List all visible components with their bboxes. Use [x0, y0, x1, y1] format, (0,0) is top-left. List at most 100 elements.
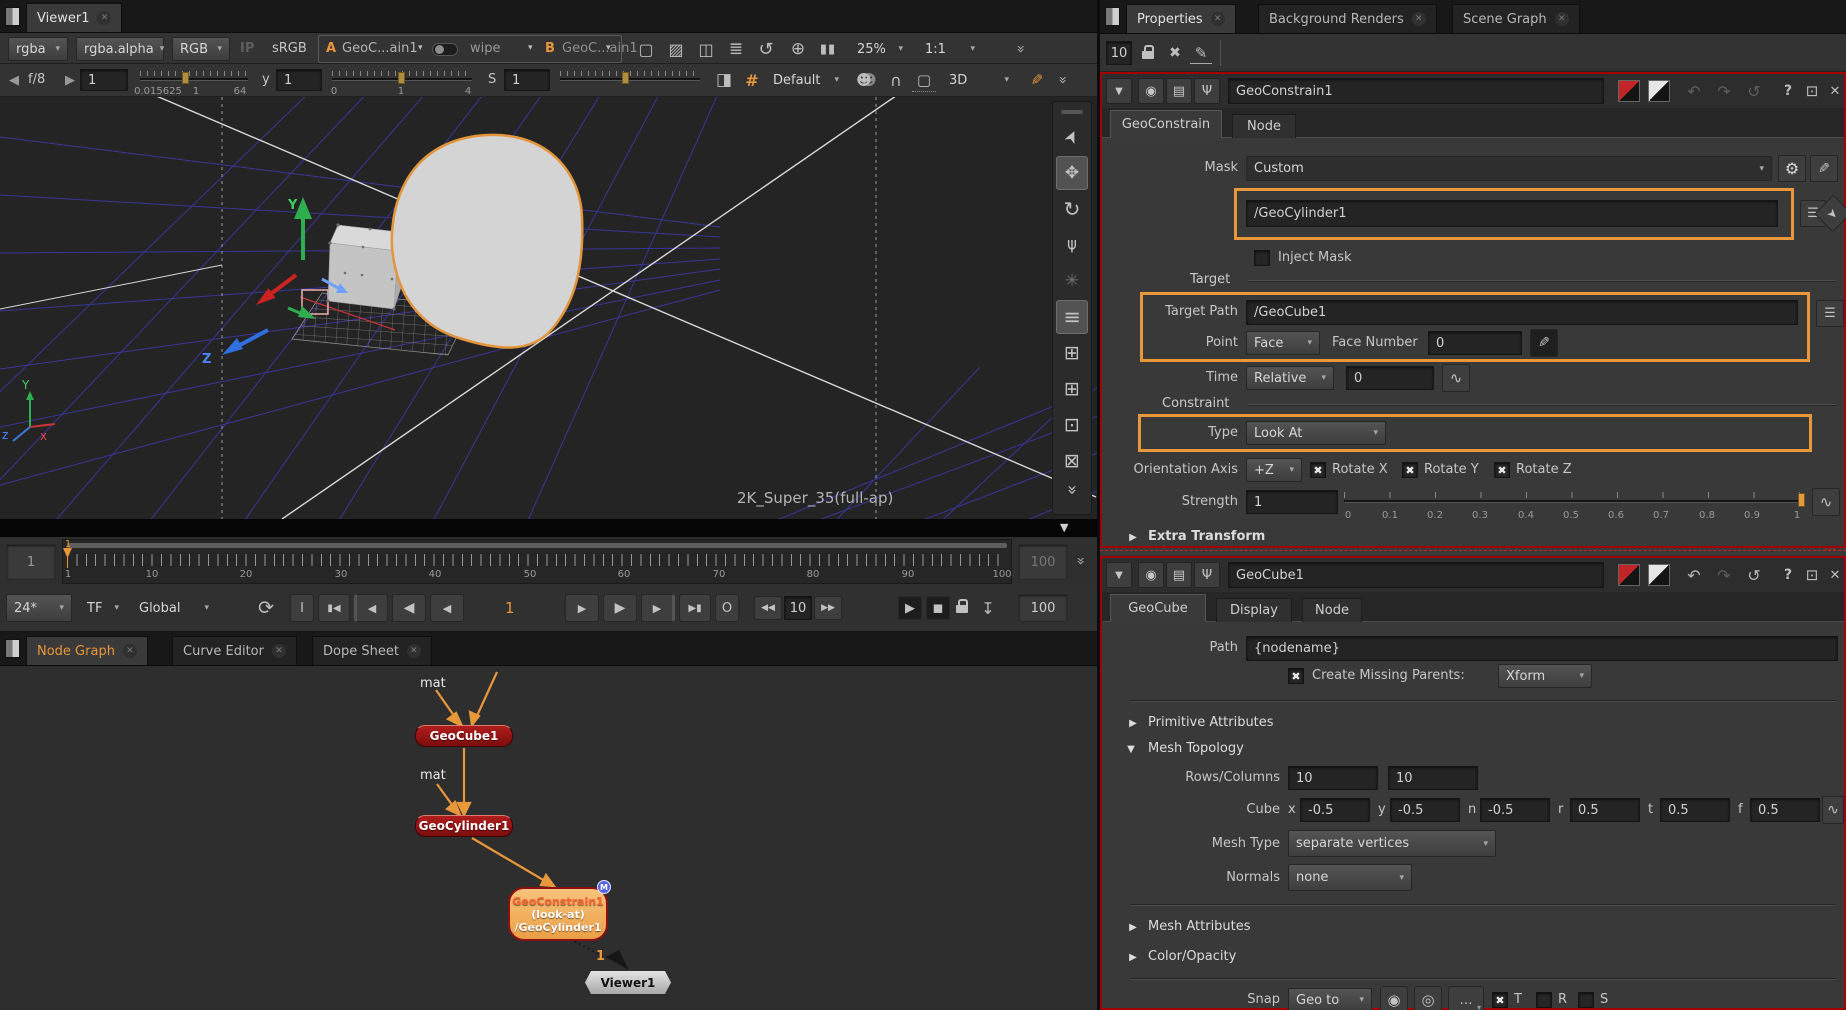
loop-mode-icon[interactable]: ⟳ — [252, 594, 280, 622]
undo-icon[interactable]: ↶ — [1682, 564, 1706, 586]
gl-color-swatch[interactable] — [1648, 80, 1670, 102]
snap-t-checkbox[interactable]: ✖ — [1492, 992, 1508, 1008]
gain-slider[interactable] — [140, 78, 248, 81]
center-node-button[interactable]: ◉ — [1138, 78, 1164, 104]
tab-curve-editor[interactable]: Curve Editor ✕ — [172, 636, 297, 665]
tab-node-p1[interactable]: Node — [1232, 114, 1296, 138]
translate-tool-icon[interactable]: ✥ — [1056, 156, 1088, 190]
close-icon[interactable]: ✕ — [1211, 12, 1225, 26]
sat-field[interactable]: 1 — [504, 69, 550, 91]
mesh-attributes-arrow-icon[interactable]: ▶ — [1126, 918, 1140, 936]
range-start-box[interactable]: 1 — [6, 544, 56, 580]
strength-field[interactable]: 1 — [1246, 490, 1338, 514]
hierarchy-tool-icon[interactable]: ⋔ — [1056, 228, 1088, 262]
parent-type-dropdown[interactable]: Xform ▾ — [1498, 664, 1592, 688]
cube-curve-button[interactable]: ∿ — [1822, 796, 1844, 824]
toolbar-handle[interactable] — [1061, 110, 1083, 114]
goto-end-button[interactable]: ▶▮ — [679, 594, 711, 622]
close-icon[interactable]: ✕ — [123, 644, 137, 658]
tab-viewer1[interactable]: Viewer1 ✕ — [26, 3, 122, 32]
panel-menu-button[interactable]: ▼ — [1106, 562, 1132, 588]
gamma-slider-handle[interactable] — [398, 72, 405, 84]
skip-forward-button[interactable]: ▶▶ — [814, 596, 842, 620]
goto-start-button[interactable]: ▮◀ — [318, 594, 350, 622]
undo-icon[interactable]: ↶ — [1682, 80, 1706, 102]
step-back-button[interactable]: ◀ — [430, 594, 464, 622]
target-scene-browser-button[interactable]: ☰ — [1816, 300, 1844, 327]
node-name-field[interactable]: GeoConstrain1 — [1228, 78, 1604, 104]
viewport[interactable]: Y Z Y x z 2K_Super_35(full-ap) ➤ ✥ ↻ — [0, 97, 1097, 519]
wipe-stack-icon[interactable]: ≣ — [724, 37, 748, 61]
clear-panels-icon[interactable]: ✖ — [1164, 42, 1186, 64]
cube-n-field[interactable]: -0.5 — [1480, 798, 1550, 822]
cube-f-field[interactable]: 0.5 — [1750, 798, 1820, 822]
chevron-down-icon[interactable]: ▾ — [606, 43, 611, 53]
sample-eyedropper-icon[interactable]: ✎ — [1026, 68, 1048, 92]
refresh-icon[interactable]: ↺ — [754, 37, 778, 61]
slate-button[interactable]: ▤ — [1166, 78, 1192, 104]
float-panel-icon[interactable]: ⊡ — [1802, 564, 1822, 586]
cube-x-field[interactable]: -0.5 — [1300, 798, 1370, 822]
tab-geoconstrain[interactable]: GeoConstrain — [1110, 110, 1222, 138]
target-path-field[interactable]: /GeoCube1 — [1246, 300, 1798, 325]
node-name-field[interactable]: GeoCube1 — [1228, 562, 1604, 588]
pane-handle-icon[interactable] — [5, 639, 20, 658]
rows-field[interactable]: 10 — [1288, 766, 1378, 790]
stop-icon[interactable]: ◼ — [926, 596, 950, 620]
sliders-tool-icon[interactable]: ≡ — [1056, 300, 1088, 334]
color-opacity-label[interactable]: Color/Opacity — [1148, 945, 1236, 969]
snap-r-checkbox[interactable]: ✖ — [1536, 992, 1552, 1008]
geo-cylinder-selected[interactable] — [392, 135, 582, 348]
max-panels-field[interactable]: 10 — [1106, 41, 1132, 65]
time-curve-button[interactable]: ∿ — [1442, 364, 1470, 392]
timeline-scrollbar[interactable] — [67, 543, 1007, 548]
chevron-double-icon[interactable]: » — [1012, 45, 1028, 54]
face-eyedropper-button[interactable]: ✎ — [1530, 329, 1558, 357]
pane-handle-icon[interactable] — [5, 7, 20, 26]
cube-y-field[interactable]: -0.5 — [1390, 798, 1460, 822]
constraint-type-dropdown[interactable]: Look At ▾ — [1246, 421, 1386, 445]
prev-view-icon[interactable]: ◀ — [6, 70, 22, 90]
close-icon[interactable]: ✕ — [1555, 12, 1569, 26]
mesh-attributes-label[interactable]: Mesh Attributes — [1148, 915, 1251, 939]
slate-button[interactable]: ▤ — [1166, 562, 1192, 588]
revert-icon[interactable]: ↺ — [1742, 564, 1766, 586]
viewmode-dropdown[interactable]: Default ▾ — [766, 67, 846, 93]
input-process-label[interactable]: IP — [240, 37, 254, 61]
split-view-icon[interactable]: ◨ — [712, 68, 736, 92]
snap-s-checkbox[interactable]: ✖ — [1578, 992, 1594, 1008]
point-dropdown[interactable]: Face ▾ — [1246, 331, 1320, 355]
tab-properties[interactable]: Properties ✕ — [1126, 4, 1236, 33]
close-icon[interactable]: ✕ — [407, 644, 421, 658]
next-keyframe-button[interactable]: ▶ — [641, 594, 675, 622]
node-color-swatch[interactable] — [1618, 80, 1640, 102]
g-field[interactable]: 1 — [276, 69, 322, 91]
wipe-mode[interactable]: wipe — [470, 37, 501, 61]
viewer-lut-label[interactable]: sRGB — [272, 37, 307, 61]
lattice-tool-icon[interactable]: ⊞ — [1056, 336, 1088, 370]
create-missing-parents-checkbox[interactable]: ✖ — [1288, 668, 1304, 684]
set-out-button[interactable]: O — [715, 594, 739, 622]
view-dimension-dropdown[interactable]: 3D ▾ — [942, 67, 1016, 93]
chevron-double-icon[interactable]: » — [1054, 76, 1070, 85]
tab-scene-graph[interactable]: Scene Graph ✕ — [1452, 4, 1580, 33]
tab-background-renders[interactable]: Background Renders ✕ — [1258, 4, 1437, 33]
next-view-icon[interactable]: ▶ — [62, 70, 78, 90]
cube-r-field[interactable]: 0.5 — [1570, 798, 1640, 822]
redo-icon[interactable]: ↷ — [1712, 564, 1736, 586]
panel-splitter-dots[interactable]: ⋯ — [1824, 542, 1837, 556]
export-range-icon[interactable]: ↧ — [976, 596, 1000, 620]
wrench-button[interactable]: Ψ — [1194, 562, 1220, 588]
primitive-attributes-label[interactable]: Primitive Attributes — [1148, 711, 1274, 735]
a-input-node[interactable]: GeoC...ain1 — [342, 37, 418, 61]
flipbook-play-icon[interactable]: ▶ — [898, 596, 922, 620]
face-number-field[interactable]: 0 — [1428, 331, 1522, 355]
lock-range-icon[interactable] — [956, 602, 968, 617]
rotate-y-checkbox[interactable]: ✖ — [1402, 462, 1418, 478]
node-color-swatch[interactable] — [1618, 564, 1640, 586]
step-forward-button[interactable]: ▶ — [565, 594, 599, 622]
close-icon[interactable]: ✕ — [272, 644, 286, 658]
node-viewer1[interactable]: Viewer1 — [585, 971, 671, 994]
proxy-ratio-dropdown[interactable]: 1:1 ▾ — [918, 37, 982, 61]
orientation-axis-dropdown[interactable]: +Z ▾ — [1246, 458, 1302, 482]
